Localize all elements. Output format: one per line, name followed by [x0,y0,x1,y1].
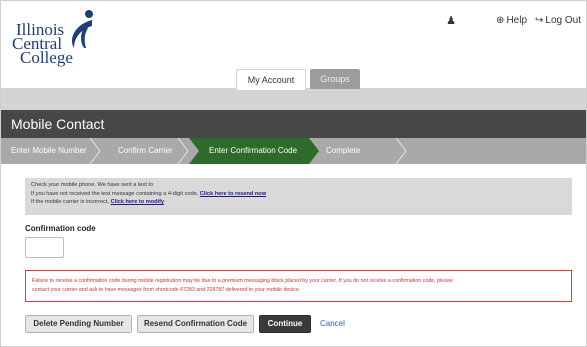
confirmation-code-label: Confirmation code [25,224,96,233]
resend-confirmation-code-button[interactable]: Resend Confirmation Code [137,315,254,333]
help-label: Help [506,15,528,26]
info-line2: If you have not received the text messag… [31,190,566,199]
progress-steps: Enter Mobile Number Confirm Carrier Ente… [1,138,586,164]
modify-carrier-link[interactable]: Click here to modify [111,199,164,205]
delete-pending-number-button[interactable]: Delete Pending Number [25,315,132,333]
college-logo[interactable]: Illinois Central College [10,8,110,72]
title-bar: Mobile Contact [1,110,586,138]
step-enter-confirmation-code: Enter Confirmation Code [209,146,298,155]
continue-button[interactable]: Continue [259,315,311,333]
logo-text-line3: College [20,48,73,67]
logout-label: Log Out [545,15,581,26]
warning-line2: contact your carrier and ask to have mes… [32,287,301,293]
info-line2-text: If you have not received the text messag… [31,190,199,197]
logout-link[interactable]: ↪ Log Out [535,15,581,26]
logout-icon: ↪ [535,15,544,26]
warning-line1: Failure to receive a confirmation code d… [32,278,453,284]
top-links: ♟ ⊕ Help ↪ Log Out [446,14,581,27]
cancel-link[interactable]: Cancel [320,315,345,333]
user-icon[interactable]: ♟ [446,14,456,27]
help-icon: ⊕ [496,15,505,26]
step-complete: Complete [326,146,361,155]
step-confirm-carrier: Confirm Carrier [118,146,173,155]
info-box: Check your mobile phone. We have sent a … [25,178,572,215]
info-line1: Check your mobile phone. We have sent a … [31,182,154,188]
logo-swoosh-icon [72,10,93,48]
info-line3: If the mobile carrier is incorrect, Clic… [31,198,566,207]
confirmation-code-input[interactable] [25,237,64,258]
page-title: Mobile Contact [11,116,105,132]
warning-box: Failure to receive a confirmation code d… [25,270,572,302]
tabs-strip [1,88,586,110]
info-line3-text: If the mobile carrier is incorrect, [31,199,110,205]
tab-my-account[interactable]: My Account [236,69,306,90]
resend-now-link[interactable]: Click here to resend now [200,191,266,197]
step-enter-mobile-number: Enter Mobile Number [11,146,87,155]
help-link[interactable]: ⊕ Help [496,15,527,26]
tab-groups[interactable]: Groups [310,69,360,89]
